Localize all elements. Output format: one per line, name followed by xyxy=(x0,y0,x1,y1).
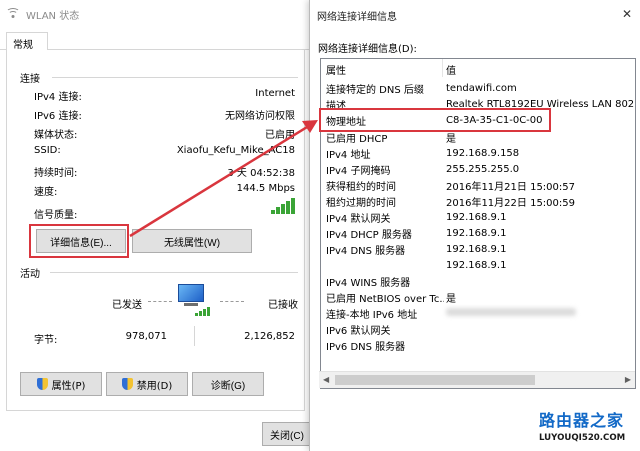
disable-button[interactable]: 禁用(D) xyxy=(106,372,188,396)
ipv4-connection-label: IPv4 连接: xyxy=(34,92,82,103)
table-row[interactable]: IPv4 WINS 服务器 xyxy=(321,273,635,289)
row-property: IPv4 默认网关 xyxy=(326,213,391,225)
table-row[interactable]: IPv4 地址 192.168.9.158 xyxy=(321,145,635,161)
table-row[interactable]: 已启用 NetBIOS over Tc... 是 xyxy=(321,289,635,305)
column-header-value[interactable]: 值 xyxy=(446,62,456,77)
ssid-value: Xiaofu_Kefu_Mike_AC18 xyxy=(176,145,295,156)
table-row[interactable]: 获得租约的时间 2016年11月21日 15:00:57 xyxy=(321,177,635,193)
table-row[interactable]: 连接-本地 IPv6 地址 xyxy=(321,305,635,321)
table-row[interactable]: IPv6 DNS 服务器 xyxy=(321,337,635,353)
physical-address-highlight xyxy=(319,108,551,132)
ssid-label: SSID: xyxy=(34,145,61,156)
list-header: 属性 值 xyxy=(321,61,635,77)
row-value: 2016年11月21日 15:00:57 xyxy=(446,181,575,193)
row-property: 连接特定的 DNS 后缀 xyxy=(326,84,424,96)
table-row[interactable]: IPv6 默认网关 xyxy=(321,321,635,337)
bytes-label: 字节: xyxy=(34,335,58,346)
connection-section-label: 连接 xyxy=(20,74,40,85)
row-value: 2016年11月22日 15:00:59 xyxy=(446,197,575,209)
details-window-title: 网络连接详细信息 xyxy=(317,11,397,23)
scroll-left-icon[interactable]: ◀ xyxy=(323,375,329,384)
received-label: 已接收 xyxy=(268,300,298,311)
redacted-value xyxy=(446,307,576,319)
row-property: IPv4 WINS 服务器 xyxy=(326,277,411,289)
wlan-window-title: WLAN 状态 xyxy=(26,10,80,22)
scrollbar-thumb[interactable] xyxy=(335,375,535,385)
row-value: 192.168.9.1 xyxy=(446,243,507,255)
wlan-status-window: WLAN 状态 常规 连接 IPv4 连接: Internet IPv6 连接:… xyxy=(0,0,312,451)
signal-strength-icon xyxy=(271,198,295,214)
details-titlebar: 网络连接详细信息 xyxy=(310,0,640,30)
row-value: 192.168.9.158 xyxy=(446,147,520,159)
watermark-title: 路由器之家 xyxy=(539,411,625,430)
media-state-label: 媒体状态: xyxy=(34,130,78,141)
table-row[interactable]: 连接特定的 DNS 后缀 tendawifi.com xyxy=(321,80,635,96)
tab-strip: 常规 xyxy=(0,30,311,51)
bytes-divider xyxy=(194,326,195,346)
signal-quality-label: 信号质量: xyxy=(34,210,78,221)
ipv6-connection-label: IPv6 连接: xyxy=(34,111,82,122)
row-value: 192.168.9.1 xyxy=(446,259,507,271)
row-property: IPv6 DNS 服务器 xyxy=(326,341,406,353)
scroll-right-icon[interactable]: ▶ xyxy=(625,375,631,384)
row-property: IPv6 默认网关 xyxy=(326,325,391,337)
speed-label: 速度: xyxy=(34,187,58,198)
row-property: 连接-本地 IPv6 地址 xyxy=(326,309,418,321)
table-row[interactable]: IPv4 子网掩码 255.255.255.0 xyxy=(321,161,635,177)
details-caption: 网络连接详细信息(D): xyxy=(318,44,417,55)
wifi-icon xyxy=(6,8,20,20)
connection-divider xyxy=(52,77,298,78)
duration-label: 持续时间: xyxy=(34,168,78,179)
row-property: IPv4 地址 xyxy=(326,149,371,161)
wlan-close-button[interactable]: 关闭(C) xyxy=(262,422,312,446)
activity-section-label: 活动 xyxy=(20,269,40,280)
sent-line xyxy=(148,301,172,302)
row-value: 192.168.9.1 xyxy=(446,211,507,223)
ipv4-connection-value: Internet xyxy=(255,88,295,99)
speed-value: 144.5 Mbps xyxy=(236,183,295,194)
properties-button[interactable]: 属性(P) xyxy=(20,372,102,396)
table-row[interactable]: IPv4 DHCP 服务器 192.168.9.1 xyxy=(321,225,635,241)
received-line xyxy=(220,301,244,302)
row-property: 已启用 NetBIOS over Tc... xyxy=(326,293,444,305)
bytes-sent-value: 978,071 xyxy=(125,331,167,342)
row-value: 255.255.255.0 xyxy=(446,163,520,175)
watermark: 路由器之家 LUYOUQI520.COM xyxy=(535,405,640,451)
bytes-received-value: 2,126,852 xyxy=(244,331,295,342)
horizontal-scrollbar[interactable]: ◀ ▶ xyxy=(319,371,635,388)
tab-general[interactable]: 常规 xyxy=(6,32,48,51)
uac-shield-icon xyxy=(121,378,133,390)
diagnose-button[interactable]: 诊断(G) xyxy=(192,372,264,396)
row-property: IPv4 DHCP 服务器 xyxy=(326,229,412,241)
disable-button-label: 禁用(D) xyxy=(136,380,173,392)
watermark-url: LUYOUQI520.COM xyxy=(539,433,626,443)
column-header-property[interactable]: 属性 xyxy=(326,62,444,77)
uac-shield-icon xyxy=(36,378,48,390)
close-icon[interactable]: ✕ xyxy=(622,7,632,21)
properties-button-label: 属性(P) xyxy=(51,380,86,392)
row-value: 是 xyxy=(446,293,456,305)
duration-value: 3 天 04:52:38 xyxy=(227,168,295,179)
table-row[interactable]: IPv4 DNS 服务器 192.168.9.1 xyxy=(321,241,635,257)
wlan-titlebar: WLAN 状态 xyxy=(0,0,311,28)
details-button-highlight xyxy=(29,224,129,258)
row-property: 租约过期的时间 xyxy=(326,197,396,209)
network-computer-icon xyxy=(176,282,210,316)
row-property: IPv4 DNS 服务器 xyxy=(326,245,406,257)
row-value: tendawifi.com xyxy=(446,82,517,94)
row-value: 192.168.9.1 xyxy=(446,227,507,239)
sent-label: 已发送 xyxy=(112,300,142,311)
activity-divider xyxy=(50,272,298,273)
row-property: IPv4 子网掩码 xyxy=(326,165,391,177)
wireless-properties-button[interactable]: 无线属性(W) xyxy=(132,229,252,253)
row-property: 获得租约的时间 xyxy=(326,181,396,193)
media-state-value: 已启用 xyxy=(265,130,295,141)
table-row[interactable]: 192.168.9.1 xyxy=(321,257,635,273)
table-row[interactable]: 租约过期的时间 2016年11月22日 15:00:59 xyxy=(321,193,635,209)
ipv6-connection-value: 无网络访问权限 xyxy=(225,111,295,122)
table-row[interactable]: IPv4 默认网关 192.168.9.1 xyxy=(321,209,635,225)
